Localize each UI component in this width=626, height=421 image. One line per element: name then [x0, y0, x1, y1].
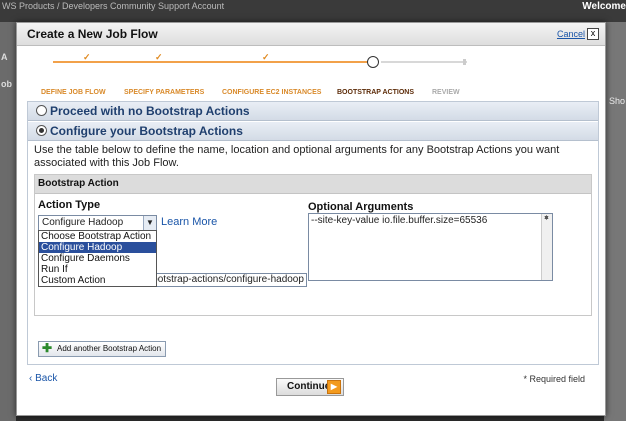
scroll-down-icon[interactable]: ▼: [543, 215, 550, 280]
back-link-label: Back: [35, 373, 58, 384]
learn-more-link[interactable]: Learn More: [161, 216, 217, 228]
step-done-check-icon: ✓: [262, 52, 270, 62]
dropdown-option-configure-daemons[interactable]: Configure Daemons: [39, 253, 156, 264]
radio-selected-dot: [39, 128, 44, 133]
step-done-check-icon: ✓: [155, 52, 163, 62]
background-nav: WS Products / Developers Community Suppo…: [2, 1, 225, 11]
dropdown-option-choose[interactable]: Choose Bootstrap Action: [39, 231, 156, 242]
add-bootstrap-action-label: Add another Bootstrap Action: [57, 344, 162, 353]
dialog-header: Create a New Job Flow Cancel x: [17, 23, 605, 46]
bootstrap-action-header-label: Bootstrap Action: [38, 178, 119, 189]
required-field-note: * Required field: [523, 374, 585, 384]
radio-no-bootstrap[interactable]: [36, 105, 47, 116]
progress-line-remaining: [381, 61, 467, 63]
chevron-down-icon[interactable]: ▼: [143, 216, 156, 230]
wizard-steps: ✓ ✓ ✓ DEFINE JOB FLOW SPECIFY PARAMETERS…: [17, 47, 605, 99]
background-welcome: Welcome: [582, 1, 626, 12]
option-no-bootstrap[interactable]: Proceed with no Bootstrap Actions: [28, 102, 598, 121]
background-right-panel: Sho: [604, 22, 626, 421]
optional-arguments-textarea[interactable]: --site-key-value io.file.buffer.size=655…: [308, 213, 553, 281]
step-current-circle-icon: [367, 56, 379, 68]
back-link[interactable]: ‹ Back: [29, 373, 57, 384]
dropdown-option-configure-hadoop[interactable]: Configure Hadoop: [39, 242, 156, 253]
action-type-select[interactable]: Configure Hadoop ▼: [38, 215, 157, 231]
arguments-scrollbar[interactable]: ▲ ▼: [541, 214, 552, 280]
continue-button[interactable]: Continue ▶: [276, 378, 344, 396]
step-define-job-flow: DEFINE JOB FLOW: [41, 89, 106, 96]
background-left-label: ob: [1, 79, 12, 89]
radio-configure-bootstrap[interactable]: [36, 125, 47, 136]
progress-line-done: [53, 61, 371, 63]
close-icon[interactable]: x: [587, 28, 599, 40]
action-type-selected-value: Configure Hadoop: [42, 217, 124, 228]
dropdown-option-custom-action[interactable]: Custom Action: [39, 275, 156, 286]
background-left-label: A: [1, 52, 8, 62]
add-bootstrap-action-button[interactable]: ✚ Add another Bootstrap Action: [38, 341, 167, 357]
option-no-bootstrap-label: Proceed with no Bootstrap Actions: [50, 104, 250, 118]
step-bootstrap-actions: BOOTSTRAP ACTIONS: [337, 89, 415, 96]
step-specify-parameters: SPECIFY PARAMETERS: [124, 89, 205, 96]
cancel-link[interactable]: Cancel: [557, 29, 585, 39]
step-future-marker: [463, 59, 466, 65]
step-done-check-icon: ✓: [83, 52, 91, 62]
dropdown-option-run-if[interactable]: Run If: [39, 264, 156, 275]
bootstrap-description: Use the table below to define the name, …: [34, 144, 560, 169]
plus-icon: ✚: [42, 341, 53, 355]
dialog-title: Create a New Job Flow: [27, 27, 158, 41]
background-left-panel: A ob: [0, 22, 16, 421]
action-type-dropdown: Choose Bootstrap Action Configure Hadoop…: [38, 230, 157, 287]
arrow-right-icon: ▶: [327, 380, 341, 394]
job-flow-dialog: Create a New Job Flow Cancel x ✓ ✓ ✓ DEF…: [16, 22, 606, 416]
continue-label: Continue: [287, 381, 331, 392]
optional-arguments-label: Optional Arguments: [308, 201, 414, 213]
bootstrap-action-header: Bootstrap Action: [35, 175, 591, 194]
bootstrap-content-panel: Proceed with no Bootstrap Actions Config…: [27, 101, 599, 365]
step-configure-ec2: CONFIGURE EC2 INSTANCES: [222, 89, 322, 96]
action-type-label: Action Type: [38, 199, 101, 211]
option-configure-bootstrap-label: Configure your Bootstrap Actions: [50, 124, 243, 138]
optional-arguments-value: --site-key-value io.file.buffer.size=655…: [311, 215, 488, 226]
background-right-label: Sho: [608, 96, 625, 106]
background-nav-bar: WS Products / Developers Community Suppo…: [0, 0, 626, 22]
step-review: REVIEW: [432, 89, 460, 96]
bootstrap-action-table: Bootstrap Action Action Type Optional Ar…: [34, 174, 592, 316]
option-configure-bootstrap[interactable]: Configure your Bootstrap Actions: [28, 122, 598, 141]
